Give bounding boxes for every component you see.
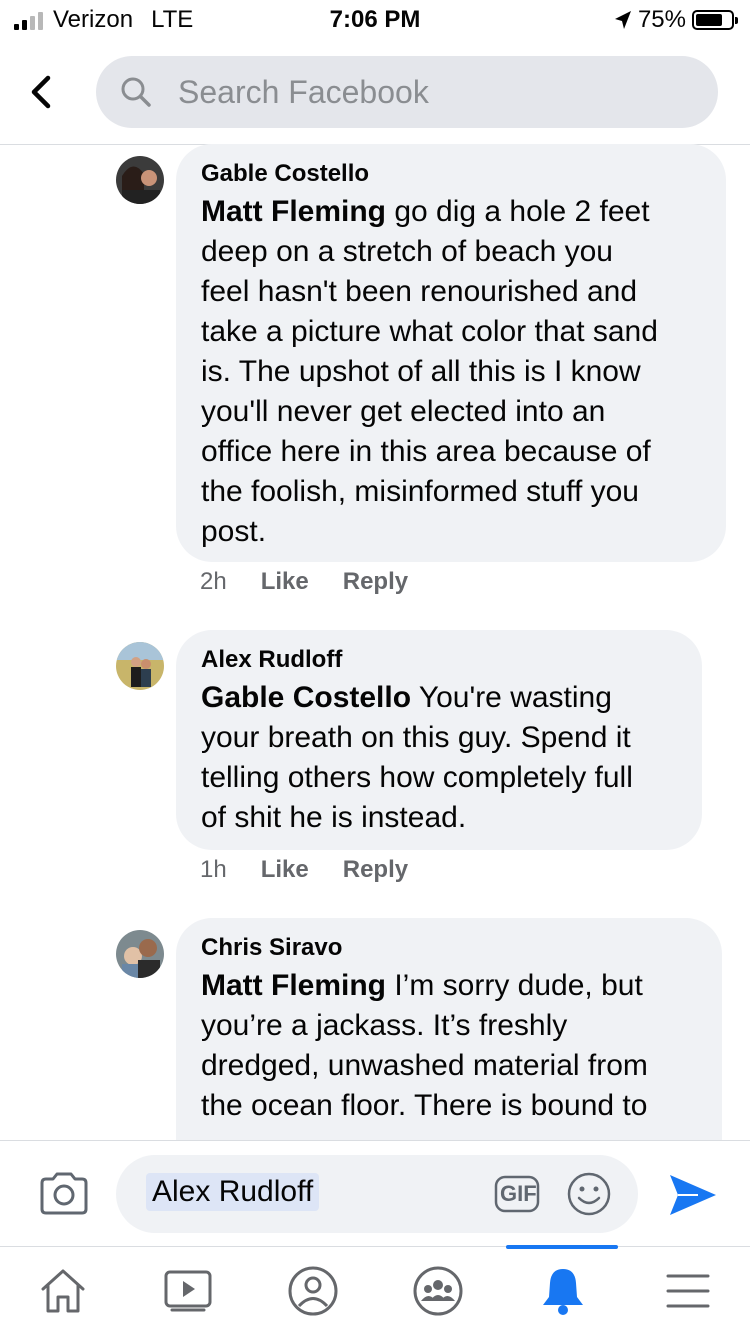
tab-menu[interactable] <box>625 1247 750 1335</box>
comment-line: dredged, unwashed material from <box>201 1049 648 1082</box>
tab-profile[interactable] <box>250 1247 375 1335</box>
battery-icon <box>692 10 738 30</box>
comment-bubble[interactable]: Gable Costello Matt Fleming go dig a hol… <box>176 144 726 562</box>
comment-line: take a picture what color that sand <box>201 315 658 348</box>
mention-link[interactable]: Matt Fleming <box>201 969 386 1002</box>
watch-icon <box>164 1270 211 1312</box>
comment-line: office here in this area because of <box>201 435 651 468</box>
comment-line: I’m sorry dude, but <box>386 969 643 1002</box>
comment-line: is. The upshot of all this is I know <box>201 355 641 388</box>
groups-icon <box>413 1266 462 1316</box>
comment-bubble[interactable]: Chris Siravo Matt Fleming I’m sorry dude… <box>176 918 722 1178</box>
menu-icon <box>666 1274 709 1308</box>
camera-icon <box>40 1172 88 1215</box>
comment-time: 1h <box>200 856 227 883</box>
tab-home[interactable] <box>0 1247 125 1335</box>
comment-line: You're wasting <box>411 681 612 714</box>
avatar[interactable] <box>116 156 164 204</box>
comment-text: Matt Fleming I’m sorry dude, but you’re … <box>201 966 697 1126</box>
reply-button[interactable]: Reply <box>343 856 408 884</box>
mention-link[interactable]: Matt Fleming <box>201 195 386 228</box>
like-button[interactable]: Like <box>261 856 309 884</box>
comment-author[interactable]: Chris Siravo <box>201 934 697 962</box>
comment-input[interactable]: Alex Rudloff GIF <box>116 1155 638 1233</box>
home-icon <box>41 1269 84 1313</box>
comment-line: deep on a stretch of beach you <box>201 235 613 268</box>
tab-notifications[interactable] <box>500 1247 625 1335</box>
comment-line: of shit he is instead. <box>201 801 467 834</box>
comment-author[interactable]: Gable Costello <box>201 160 701 188</box>
reply-button[interactable]: Reply <box>343 568 408 596</box>
comment-line: the foolish, misinformed stuff you <box>201 475 639 508</box>
smiley-icon <box>567 1172 611 1216</box>
comment-text: Matt Fleming go dig a hole 2 feet deep o… <box>201 192 701 552</box>
back-button[interactable] <box>24 70 64 114</box>
notifications-icon <box>542 1269 583 1315</box>
send-button[interactable] <box>668 1173 718 1222</box>
comment-line: feel hasn't been renourished and <box>201 275 638 308</box>
chevron-left-icon <box>31 75 51 109</box>
avatar[interactable] <box>116 930 164 978</box>
camera-button[interactable] <box>38 1171 90 1222</box>
location-arrow-icon <box>614 11 631 29</box>
comment-bubble[interactable]: Alex Rudloff Gable Costello You're wasti… <box>176 630 702 850</box>
search-bar[interactable]: Search Facebook <box>96 56 718 128</box>
comment-line: your breath on this guy. Spend it <box>201 721 631 754</box>
avatar[interactable] <box>116 642 164 690</box>
tab-groups[interactable] <box>375 1247 500 1335</box>
profile-icon <box>288 1266 337 1316</box>
search-placeholder: Search Facebook <box>178 74 429 110</box>
comment-text: Gable Costello You're wasting your breat… <box>201 678 677 838</box>
comment-line: you'll never get elected into an <box>201 395 606 428</box>
tab-watch[interactable] <box>125 1247 250 1335</box>
comment-line: go dig a hole 2 feet <box>386 195 650 228</box>
gif-button[interactable]: GIF <box>494 1175 540 1213</box>
comment-meta: 2h Like Reply <box>200 568 442 596</box>
search-icon <box>121 77 151 107</box>
comment-line: you’re a jackass. It’s freshly <box>201 1009 568 1042</box>
comment-line: telling others how completely full <box>201 761 633 794</box>
comment-line: post. <box>201 515 267 548</box>
send-icon <box>670 1175 716 1215</box>
mention-tag[interactable]: Alex Rudloff <box>146 1173 320 1211</box>
comment-author[interactable]: Alex Rudloff <box>201 646 677 674</box>
tab-bar <box>0 1245 750 1335</box>
header: Search Facebook <box>0 40 750 145</box>
emoji-button[interactable] <box>566 1171 612 1222</box>
comment-line: the ocean floor. There is bound to <box>201 1089 648 1122</box>
comment-composer: Alex Rudloff GIF <box>0 1140 750 1247</box>
battery-percent: 75% <box>637 6 686 33</box>
comment-time: 2h <box>200 568 227 595</box>
comment-meta: 1h Like Reply <box>200 856 442 884</box>
mention-link[interactable]: Gable Costello <box>201 681 411 714</box>
gif-label: GIF <box>500 1181 537 1206</box>
status-bar: Verizon LTE 7:06 PM 75% <box>0 0 750 40</box>
like-button[interactable]: Like <box>261 568 309 596</box>
